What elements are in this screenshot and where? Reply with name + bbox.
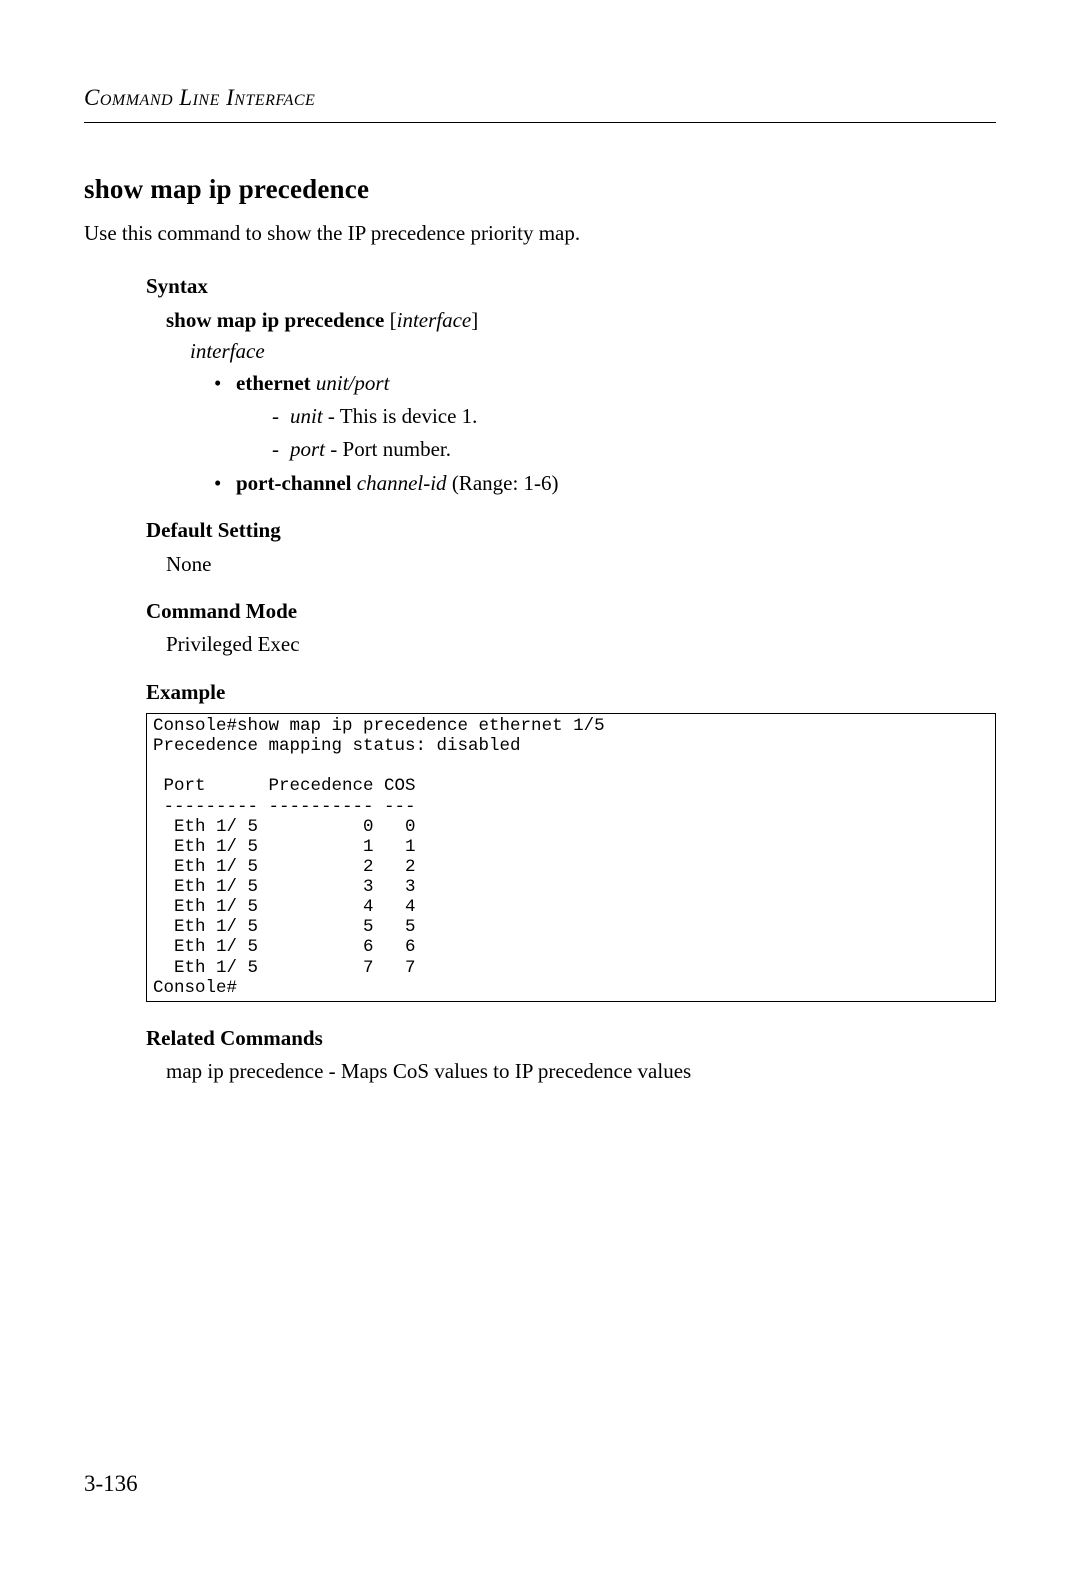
default-setting-heading: Default Setting <box>146 516 996 545</box>
page-container: Command Line Interface show map ip prece… <box>0 0 1080 1570</box>
syntax-bracket-open: [ <box>384 308 396 332</box>
syntax-interface-word: interface <box>190 337 996 366</box>
portchannel-label: port-channel <box>236 471 352 495</box>
syntax-heading: Syntax <box>146 272 996 301</box>
command-mode-heading: Command Mode <box>146 597 996 626</box>
ethernet-option: ethernet unit/port unit - This is device… <box>212 369 996 465</box>
example-heading: Example <box>146 678 996 707</box>
unit-item: unit - This is device 1. <box>268 402 996 431</box>
syntax-interface-arg: interface <box>397 308 472 332</box>
interface-options-list: ethernet unit/port unit - This is device… <box>212 369 996 499</box>
page-number: 3-136 <box>84 1468 138 1500</box>
ethernet-label: ethernet <box>236 371 311 395</box>
port-desc: - Port number. <box>325 437 451 461</box>
unit-label: unit <box>290 404 323 428</box>
command-intro: Use this command to show the IP preceden… <box>84 219 996 248</box>
portchannel-arg: channel-id <box>357 471 447 495</box>
command-mode-value: Privileged Exec <box>166 630 996 659</box>
example-code-block: Console#show map ip precedence ethernet … <box>146 713 996 1002</box>
port-item: port - Port number. <box>268 435 996 464</box>
port-label: port <box>290 437 325 461</box>
command-title: show map ip precedence <box>84 171 996 209</box>
ethernet-args: unit/port <box>316 371 390 395</box>
related-commands-value: map ip precedence - Maps CoS values to I… <box>166 1057 996 1086</box>
syntax-command-line: show map ip precedence [interface] <box>166 306 996 335</box>
unit-desc: - This is device 1. <box>323 404 478 428</box>
syntax-bracket-close: ] <box>471 308 478 332</box>
portchannel-option: port-channel channel-id (Range: 1-6) <box>212 469 996 498</box>
header-rule <box>84 122 996 123</box>
running-header: Command Line Interface <box>84 82 996 114</box>
ethernet-sublist: unit - This is device 1. port - Port num… <box>268 402 996 465</box>
portchannel-range: (Range: 1-6) <box>447 471 559 495</box>
syntax-cmd-name: show map ip precedence <box>166 308 384 332</box>
related-commands-heading: Related Commands <box>146 1024 996 1053</box>
default-setting-value: None <box>166 550 996 579</box>
